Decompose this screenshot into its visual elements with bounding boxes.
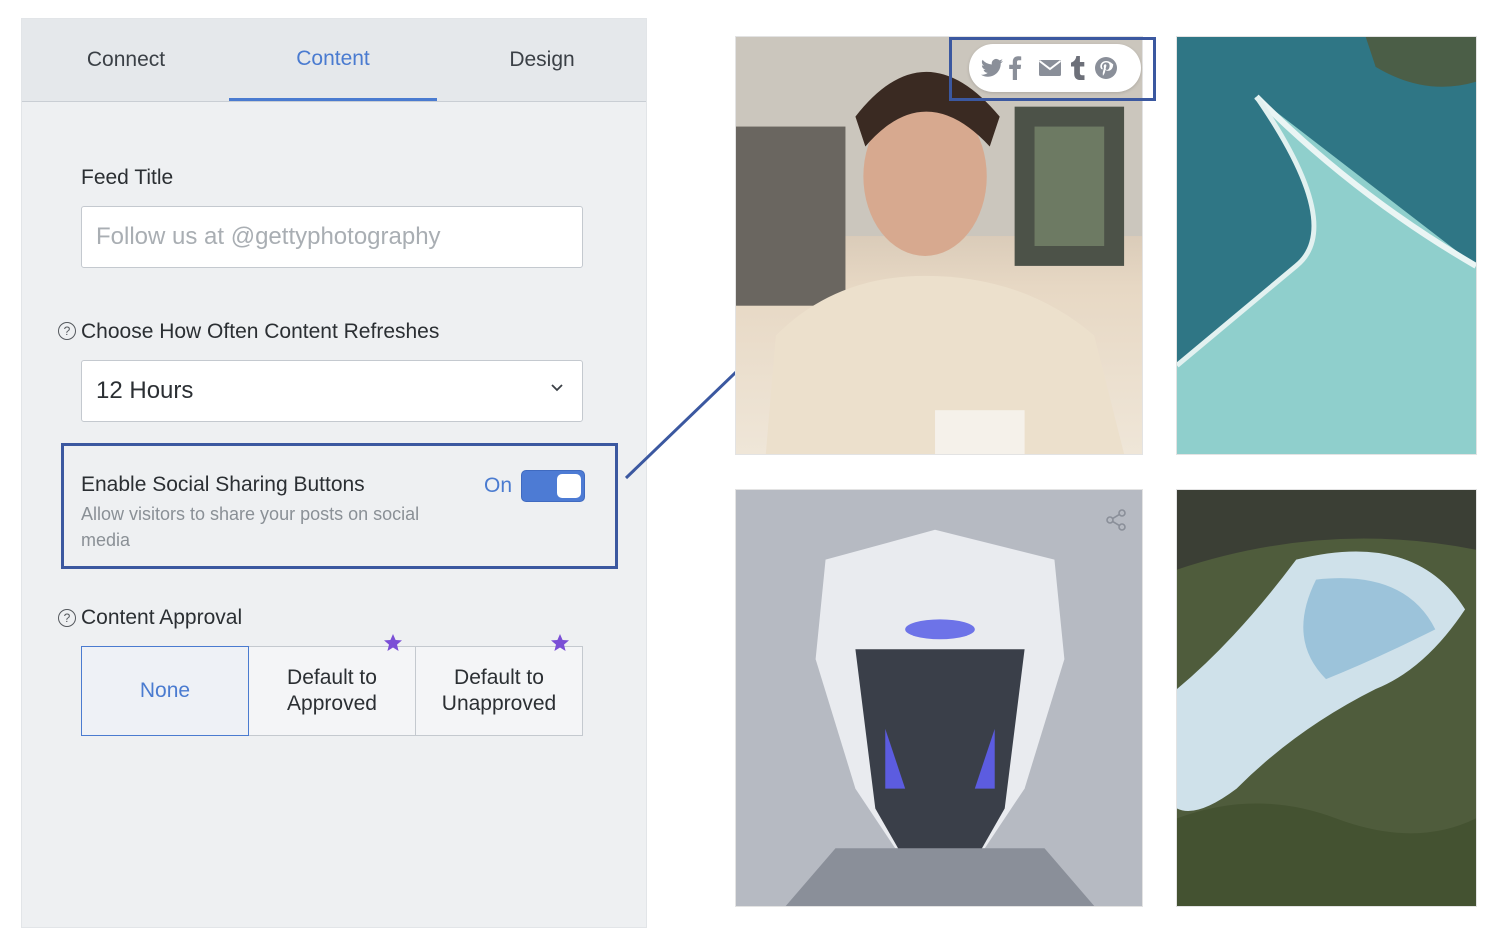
tab-bar: Connect Content Design xyxy=(22,19,646,102)
feed-post-image-robot[interactable] xyxy=(735,489,1143,907)
aerial-landscape-photo xyxy=(1177,490,1476,906)
toggle-knob xyxy=(557,474,581,498)
premium-star-icon xyxy=(384,634,402,651)
robot-helmet-photo xyxy=(736,490,1142,906)
social-sharing-description: Allow visitors to share your posts on so… xyxy=(81,504,420,550)
feed-post-image-ocean[interactable] xyxy=(1176,36,1477,455)
premium-star-icon xyxy=(551,634,569,651)
refresh-label: Choose How Often Content Refreshes xyxy=(81,320,440,343)
tab-content[interactable]: Content xyxy=(229,19,437,101)
share-icon[interactable] xyxy=(1104,508,1128,532)
ocean-photo xyxy=(1177,37,1476,454)
social-sharing-toggle[interactable] xyxy=(521,470,585,502)
refresh-selected-value: 12 Hours xyxy=(96,377,194,404)
feed-title-label: Feed Title xyxy=(81,166,174,189)
settings-panel: Connect Content Design Feed Title ? Choo… xyxy=(21,18,647,928)
social-sharing-title: Enable Social Sharing Buttons xyxy=(81,473,365,496)
approval-option-default-unapproved[interactable]: Default to Unapproved xyxy=(415,646,583,736)
approval-option-label: Default to Approved xyxy=(287,666,377,715)
content-approval-label: Content Approval xyxy=(81,606,243,629)
chevron-down-icon xyxy=(551,384,563,392)
feed-title-input[interactable] xyxy=(81,206,583,268)
approval-option-default-approved[interactable]: Default to Approved xyxy=(248,646,416,736)
social-share-highlight xyxy=(949,37,1156,101)
approval-option-label: None xyxy=(139,679,191,702)
tab-connect[interactable]: Connect xyxy=(22,19,230,101)
question-circle-icon[interactable]: ? xyxy=(58,322,76,340)
question-circle-icon[interactable]: ? xyxy=(58,609,76,627)
approval-option-label: Default to Unapproved xyxy=(441,666,557,715)
toggle-state-label: On xyxy=(484,474,513,497)
approval-option-none[interactable]: None xyxy=(81,646,249,736)
feed-post-image-landscape[interactable] xyxy=(1176,489,1477,907)
refresh-select[interactable]: 12 Hours xyxy=(81,360,583,422)
tab-design[interactable]: Design xyxy=(438,19,646,101)
